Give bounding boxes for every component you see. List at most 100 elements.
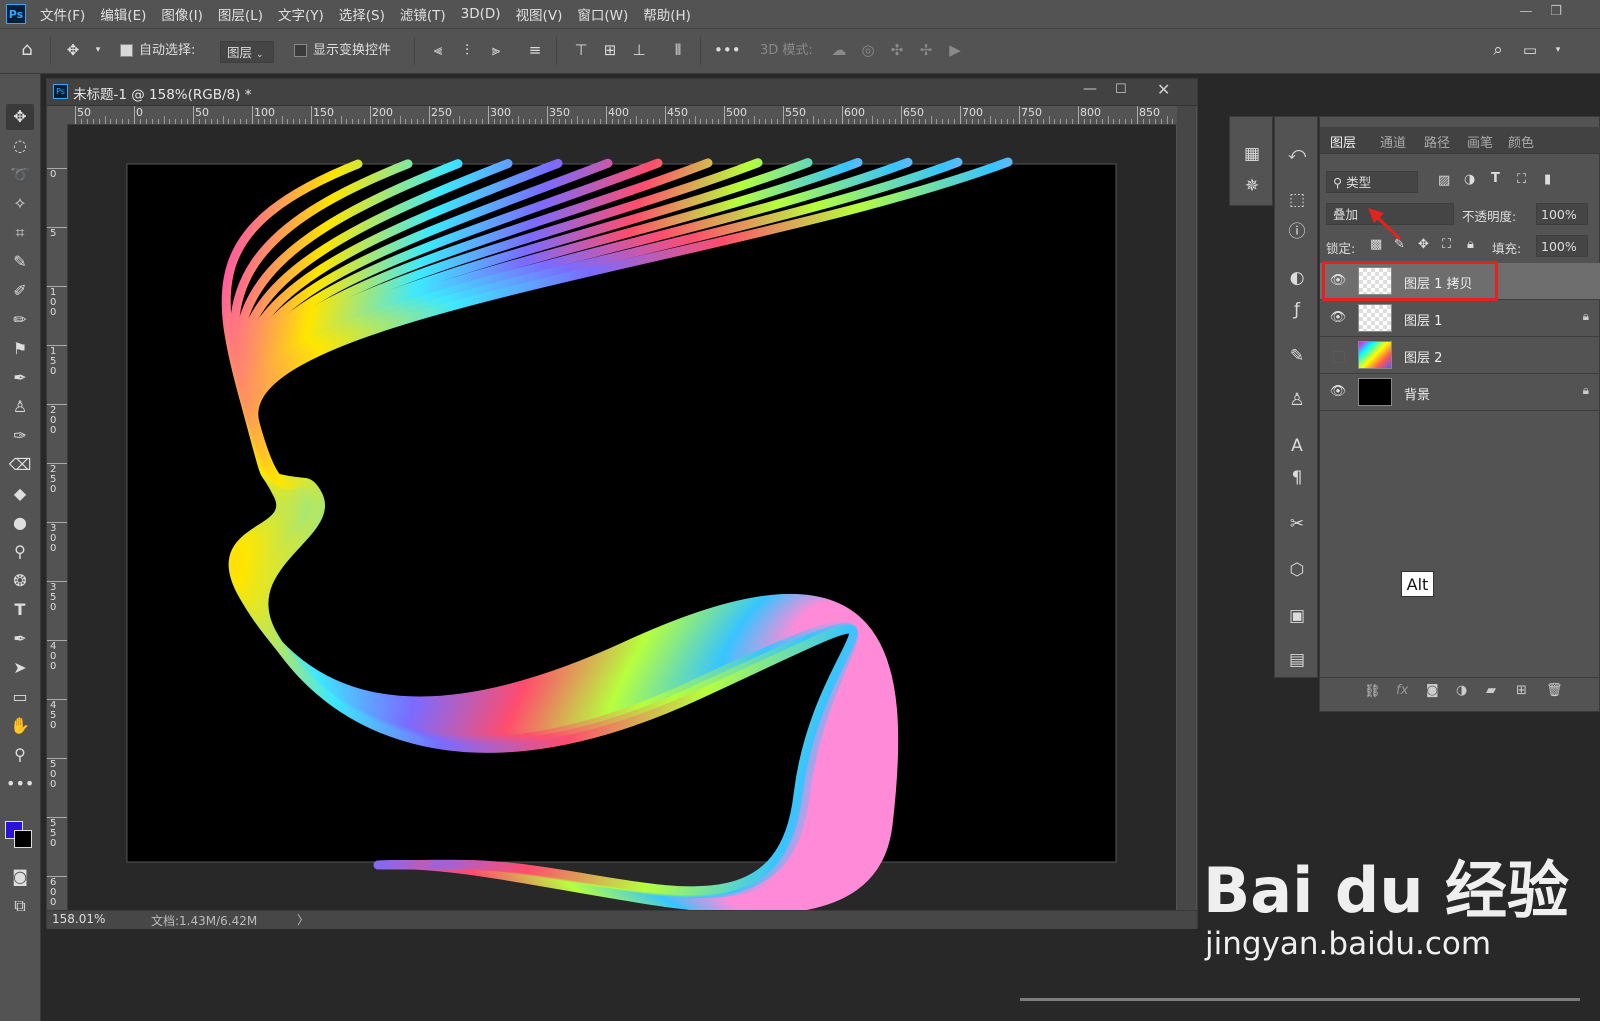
document-tab[interactable]: Ps 未标题-1 @ 158%(RGB/8) * — ☐ ✕ — [47, 79, 1197, 106]
menu-3d[interactable]: 3D(D) — [461, 6, 501, 22]
window-restore-button[interactable]: ❐ — [1544, 4, 1568, 24]
window-minimize-button[interactable]: — — [1514, 4, 1538, 24]
align-right-icon[interactable]: ⫸ — [485, 39, 507, 61]
magic-wand-tool-icon[interactable]: ✧ — [6, 191, 34, 217]
menu-layer[interactable]: 图层(L) — [218, 4, 263, 24]
info-icon[interactable]: ⓘ — [1283, 219, 1311, 245]
chevron-down-icon[interactable]: ▾ — [87, 39, 109, 61]
hand-tool-icon[interactable]: ✋ — [6, 713, 34, 739]
new-group-folder-icon[interactable]: ▰ — [1486, 683, 1496, 698]
pen-tool-icon[interactable]: ✒ — [6, 626, 34, 652]
lasso-tool-icon[interactable]: ➰ — [6, 162, 34, 188]
distribute-h-icon[interactable]: ≡ — [524, 39, 546, 61]
filter-shape-icon[interactable]: ⛶ — [1517, 172, 1526, 187]
menu-select[interactable]: 选择(S) — [339, 4, 385, 24]
menu-window[interactable]: 窗口(W) — [577, 4, 628, 24]
new-layer-icon[interactable]: ⊞ — [1516, 683, 1527, 698]
auto-select-target-dropdown[interactable]: 图层 ⌄ — [220, 41, 274, 63]
path-selection-tool-icon[interactable]: ➤ — [6, 655, 34, 681]
filter-smart-object-icon[interactable]: ▮ — [1544, 172, 1551, 187]
slide-3d-icon[interactable]: ✢ — [915, 39, 937, 61]
menu-file[interactable]: 文件(F) — [40, 4, 85, 24]
doc-minimize-button[interactable]: — — [1083, 81, 1097, 97]
more-options-icon[interactable]: ••• — [714, 39, 741, 61]
checkbox-unchecked-icon[interactable] — [294, 44, 307, 57]
roll-3d-icon[interactable]: ◎ — [857, 39, 879, 61]
libraries-icon[interactable]: ⬚ — [1283, 187, 1311, 213]
paragraph-icon[interactable]: ¶ — [1283, 465, 1311, 491]
search-icon[interactable]: ⌕ — [1487, 39, 1509, 61]
art-brush-tool-icon[interactable]: ✑ — [6, 423, 34, 449]
adjustments-icon[interactable]: ◐ — [1283, 265, 1311, 291]
filter-adjustment-icon[interactable]: ◑ — [1464, 172, 1475, 187]
doc-maximize-button[interactable]: ☐ — [1115, 82, 1127, 97]
blur-tool-icon[interactable]: ● — [6, 510, 34, 536]
history-brush-tool-icon[interactable]: ✒ — [6, 365, 34, 391]
zoom-level[interactable]: 158.01% — [52, 912, 105, 926]
sun-icon[interactable]: ✵ — [1238, 173, 1266, 199]
delete-layer-trash-icon[interactable]: 🗑︎ — [1546, 683, 1563, 698]
sponge-tool-icon[interactable]: ❂ — [6, 568, 34, 594]
visibility-off-icon[interactable] — [1333, 351, 1345, 363]
more-tools-icon[interactable]: ••• — [6, 771, 34, 797]
menu-image[interactable]: 图像(I) — [161, 4, 203, 24]
filter-pixel-icon[interactable]: ▨ — [1438, 173, 1450, 188]
character-icon[interactable]: A — [1283, 433, 1311, 459]
link-layers-icon[interactable]: ⛓ — [1364, 684, 1381, 699]
menu-help[interactable]: 帮助(H) — [643, 4, 691, 24]
tab-channels[interactable]: 通道 — [1380, 132, 1406, 151]
zoom-tool-icon[interactable]: ⚲ — [6, 742, 34, 768]
eye-visibility-icon[interactable]: 👁︎ — [1329, 383, 1347, 401]
chevron-down-icon[interactable]: ▾ — [1547, 39, 1569, 61]
layer-row[interactable]: 图层 2 — [1320, 337, 1600, 374]
marquee-tool-icon[interactable]: ◌ — [6, 133, 34, 159]
menu-type[interactable]: 文字(Y) — [278, 4, 324, 24]
camera-3d-icon[interactable]: ▶ — [944, 39, 966, 61]
tab-color[interactable]: 颜色 — [1508, 132, 1534, 151]
timeline-icon[interactable]: ▣ — [1283, 603, 1311, 629]
grid-icon[interactable]: ▦ — [1238, 141, 1266, 167]
rectangle-tool-icon[interactable]: ▭ — [6, 684, 34, 710]
new-adjustment-icon[interactable]: ◑ — [1456, 683, 1467, 698]
dodge-tool-icon[interactable]: ⚲ — [6, 539, 34, 565]
clone-stamp-tool-icon[interactable]: ⚑ — [6, 336, 34, 362]
quick-mask-icon[interactable]: ◙ — [6, 864, 34, 890]
paint-bucket-tool-icon[interactable]: ◆ — [6, 481, 34, 507]
menu-view[interactable]: 视图(V) — [516, 4, 563, 24]
fx-icon[interactable]: fx — [1396, 683, 1408, 698]
align-center-h-icon[interactable]: ⫶ — [456, 39, 478, 61]
menu-edit[interactable]: 编辑(E) — [100, 4, 146, 24]
lock-artboard-icon[interactable]: ⛶ — [1442, 237, 1451, 252]
background-color-swatch[interactable] — [14, 830, 32, 848]
distribute-v-icon[interactable]: ⦀ — [667, 39, 689, 61]
properties-icon[interactable]: ▤ — [1283, 647, 1311, 673]
layer-row[interactable]: 👁︎ 背景 🔒︎ — [1320, 374, 1600, 411]
eraser-tool-icon[interactable]: ⌫ — [6, 452, 34, 478]
clone-source-icon[interactable]: ♙ — [1283, 387, 1311, 413]
lock-all-icon[interactable]: 🔒︎ — [1467, 237, 1474, 252]
home-icon[interactable]: ⌂ — [16, 39, 38, 61]
crop-tool-icon[interactable]: ⌗ — [6, 220, 34, 246]
opacity-input[interactable]: 100% — [1536, 203, 1588, 225]
styles-fx-icon[interactable]: ƒ — [1283, 297, 1311, 323]
canvas-area[interactable] — [68, 125, 1176, 910]
screen-mode-icon[interactable]: ⧉ — [6, 893, 34, 919]
vertical-scrollbar[interactable] — [1177, 106, 1196, 910]
3d-cube-icon[interactable]: ⬡ — [1283, 557, 1311, 583]
type-tool-icon[interactable]: T — [6, 597, 34, 623]
filter-type-icon[interactable]: T — [1491, 171, 1500, 186]
brush-settings-icon[interactable]: ✎ — [1283, 343, 1311, 369]
auto-select-checkbox[interactable]: 自动选择: — [120, 39, 195, 58]
doc-close-icon[interactable]: ✕ — [1157, 80, 1170, 99]
tab-brushes[interactable]: 画笔 — [1467, 132, 1493, 151]
artwork-canvas[interactable] — [68, 125, 1176, 910]
align-middle-v-icon[interactable]: ⊞ — [599, 39, 621, 61]
layer-row[interactable]: 👁︎ 图层 1 🔒︎ — [1320, 300, 1600, 337]
stamp-tool-icon[interactable]: ♙ — [6, 394, 34, 420]
brush-tool-icon[interactable]: ✏ — [6, 307, 34, 333]
show-transform-checkbox[interactable]: 显示变换控件 — [294, 39, 391, 58]
align-top-icon[interactable]: ⊤ — [570, 39, 592, 61]
status-arrow-icon[interactable]: 〉 — [297, 911, 309, 928]
workspace-icon[interactable]: ▭ — [1519, 39, 1541, 61]
eyedropper-tool-icon[interactable]: ✎ — [6, 249, 34, 275]
